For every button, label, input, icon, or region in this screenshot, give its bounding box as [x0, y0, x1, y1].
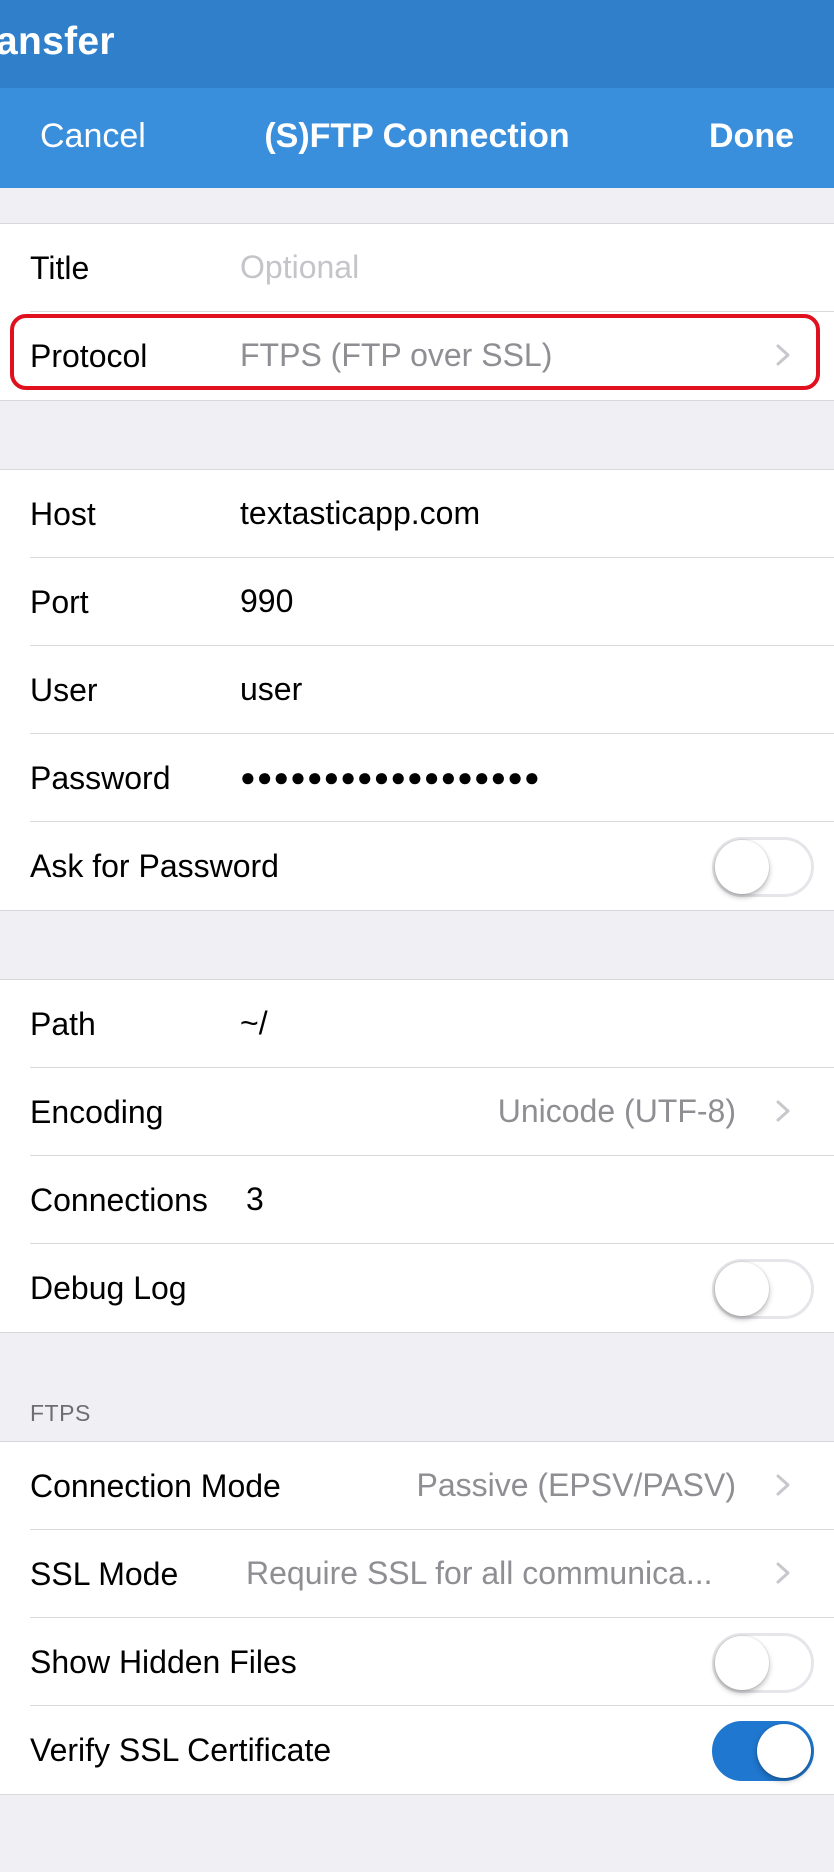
- ssl-mode-value: Require SSL for all communica...: [246, 1555, 713, 1591]
- ask-password-row: Ask for Password: [0, 822, 834, 910]
- title-label: Title: [30, 250, 90, 286]
- ssl-mode-row[interactable]: SSL Mode Require SSL for all communica..…: [0, 1530, 834, 1618]
- options-section: Path ~/ Encoding Unicode (UTF-8) Connect…: [0, 979, 834, 1333]
- protocol-row[interactable]: Protocol FTPS (FTP over SSL): [0, 312, 834, 400]
- done-button[interactable]: Done: [709, 117, 794, 156]
- host-input[interactable]: textasticapp.com: [240, 495, 480, 532]
- toggle-knob: [715, 840, 769, 894]
- verify-ssl-label: Verify SSL Certificate: [30, 1732, 332, 1768]
- connection-settings-screen: ansfer Cancel (S)FTP Connection Done Tit…: [0, 0, 834, 1872]
- verify-ssl-row: Verify SSL Certificate: [0, 1706, 834, 1794]
- chevron-right-icon: [776, 1474, 790, 1496]
- path-label: Path: [30, 1006, 96, 1042]
- toggle-knob: [715, 1636, 769, 1690]
- debug-log-label: Debug Log: [30, 1270, 187, 1306]
- chevron-right-icon: [776, 344, 790, 366]
- encoding-label: Encoding: [30, 1094, 164, 1130]
- connections-label: Connections: [30, 1182, 208, 1218]
- port-row[interactable]: Port 990: [0, 558, 834, 646]
- app-title: ansfer: [0, 20, 115, 63]
- ftps-section-header: FTPS: [30, 1400, 91, 1426]
- port-input[interactable]: 990: [240, 583, 293, 620]
- encoding-value: Unicode (UTF-8): [497, 1093, 736, 1129]
- verify-ssl-toggle[interactable]: [712, 1721, 814, 1781]
- path-row[interactable]: Path ~/: [0, 980, 834, 1068]
- show-hidden-files-row: Show Hidden Files: [0, 1618, 834, 1706]
- ask-password-label: Ask for Password: [30, 848, 279, 884]
- host-label: Host: [30, 496, 96, 532]
- navigation-bar: Cancel (S)FTP Connection Done: [0, 88, 834, 188]
- ftps-section: Connection Mode Passive (EPSV/PASV) SSL …: [0, 1441, 834, 1795]
- server-section: Host textasticapp.com Port 990 User user…: [0, 469, 834, 911]
- toggle-knob: [715, 1262, 769, 1316]
- toggle-knob: [757, 1724, 811, 1778]
- app-title-bar: ansfer: [0, 0, 834, 88]
- connection-mode-row[interactable]: Connection Mode Passive (EPSV/PASV): [0, 1442, 834, 1530]
- general-section: Title Optional Protocol FTPS (FTP over S…: [0, 223, 834, 401]
- connections-row[interactable]: Connections 3: [0, 1156, 834, 1244]
- chevron-right-icon: [776, 1100, 790, 1122]
- title-input[interactable]: Optional: [240, 249, 359, 286]
- show-hidden-files-toggle[interactable]: [712, 1633, 814, 1693]
- debug-log-toggle[interactable]: [712, 1259, 814, 1319]
- chevron-right-icon: [776, 1562, 790, 1584]
- show-hidden-files-label: Show Hidden Files: [30, 1644, 297, 1680]
- path-input[interactable]: ~/: [240, 1005, 268, 1042]
- host-row[interactable]: Host textasticapp.com: [0, 470, 834, 558]
- password-input[interactable]: ●●●●●●●●●●●●●●●●●●: [240, 762, 541, 793]
- password-row[interactable]: Password ●●●●●●●●●●●●●●●●●●: [0, 734, 834, 822]
- password-label: Password: [30, 760, 171, 796]
- user-input[interactable]: user: [240, 671, 302, 708]
- connections-input[interactable]: 3: [246, 1181, 264, 1218]
- debug-log-row: Debug Log: [0, 1244, 834, 1332]
- encoding-row[interactable]: Encoding Unicode (UTF-8): [0, 1068, 834, 1156]
- ssl-mode-label: SSL Mode: [30, 1556, 179, 1592]
- user-label: User: [30, 672, 98, 708]
- user-row[interactable]: User user: [0, 646, 834, 734]
- ask-password-toggle[interactable]: [712, 837, 814, 897]
- title-row[interactable]: Title Optional: [0, 224, 834, 312]
- connection-mode-label: Connection Mode: [30, 1468, 281, 1504]
- protocol-value: FTPS (FTP over SSL): [240, 337, 553, 373]
- protocol-label: Protocol: [30, 338, 148, 374]
- connection-mode-value: Passive (EPSV/PASV): [416, 1467, 736, 1503]
- port-label: Port: [30, 584, 89, 620]
